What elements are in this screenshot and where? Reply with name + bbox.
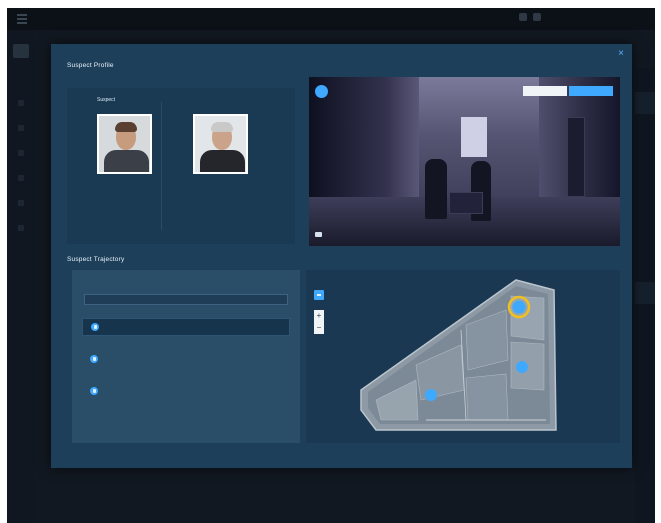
trajectory-row[interactable] [82, 318, 290, 336]
video-footer [315, 232, 325, 237]
background-row [635, 92, 655, 114]
rail-item-6[interactable] [18, 225, 24, 231]
rail-item-5[interactable] [18, 200, 24, 206]
close-icon[interactable]: × [616, 49, 626, 59]
rail-item-2[interactable] [18, 125, 24, 131]
trajectory-row[interactable] [82, 350, 290, 368]
camera-icon [315, 85, 328, 98]
room [465, 373, 509, 421]
modal-title: Suspect Profile [67, 62, 114, 69]
camera-video-feed[interactable] [309, 77, 620, 246]
app-window: × Suspect Profile Suspect Suspect Trajec… [7, 8, 655, 523]
settings-icon[interactable] [533, 13, 541, 21]
camera-icon [90, 387, 98, 395]
rail-logo [13, 44, 29, 58]
rail-item-4[interactable] [18, 175, 24, 181]
rail-item-3[interactable] [18, 150, 24, 156]
background-panel [635, 68, 655, 523]
person-card-2[interactable] [171, 88, 261, 244]
background-row [635, 282, 655, 304]
map-pin-icon [516, 361, 528, 373]
video-cart [449, 192, 483, 214]
map-pin-icon [512, 300, 526, 314]
card-divider [161, 102, 162, 230]
rail-item-1[interactable] [18, 100, 24, 106]
trajectory-title: Suspect Trajectory [67, 256, 125, 263]
match-photo [193, 114, 248, 174]
video-footer-icon [315, 232, 322, 237]
suspect-profile-cards: Suspect [67, 88, 295, 244]
camera-icon [90, 355, 98, 363]
video-person [425, 159, 447, 219]
floor-plan [360, 279, 557, 431]
suspect-profile-modal: × Suspect Profile Suspect Suspect Trajec… [51, 44, 632, 468]
topbar-icons [519, 13, 541, 21]
trajectory-row[interactable] [82, 382, 290, 400]
trajectory-list-panel [72, 270, 300, 443]
person-tag: Suspect [97, 97, 116, 103]
top-bar [7, 8, 655, 30]
camera-icon [91, 323, 99, 331]
suspect-photo [97, 114, 152, 174]
time-range-field[interactable] [84, 294, 288, 305]
video-secondary-button[interactable] [523, 86, 567, 96]
floor-map-panel[interactable]: + − [306, 270, 620, 443]
notification-icon[interactable] [519, 13, 527, 21]
menu-icon[interactable] [17, 14, 27, 24]
video-primary-button[interactable] [569, 86, 613, 96]
left-rail [7, 30, 35, 523]
person-card-1[interactable]: Suspect [73, 88, 163, 244]
map-pin-icon [425, 389, 437, 401]
